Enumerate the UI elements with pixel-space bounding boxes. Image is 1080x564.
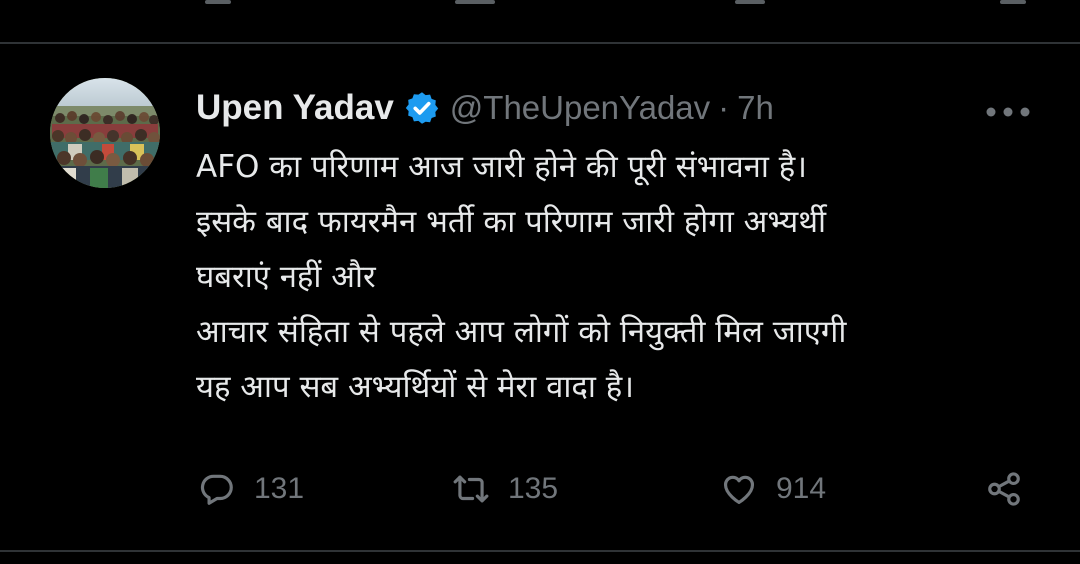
tweet-text-line: यह आप सब अभ्यर्थियों से मेरा वादा है। <box>196 369 634 405</box>
reply-icon <box>200 474 233 505</box>
retweet-icon <box>453 475 489 503</box>
tweet[interactable]: Upen Yadav @TheUpenYadav · 7h AFO का परि… <box>0 44 1080 550</box>
tweet-text-line: इसके बाद फायरमैन भर्ती का परिणाम जारी हो… <box>196 204 827 240</box>
previous-reply-icon-edge <box>205 0 231 4</box>
reply-count: 131 <box>254 472 305 505</box>
tweet-text-line: AFO का परिणाम आज जारी होने की पूरी संभाव… <box>196 149 807 185</box>
tweet-timestamp[interactable]: 7h <box>737 89 774 127</box>
retweet-count: 135 <box>508 472 559 505</box>
avatar[interactable] <box>50 78 160 188</box>
share-icon <box>988 472 1020 506</box>
author-handle[interactable]: @TheUpenYadav <box>450 89 710 127</box>
more-horizontal-icon[interactable] <box>985 106 1031 118</box>
author-display-name[interactable]: Upen Yadav <box>196 88 394 128</box>
like-button[interactable]: 914 <box>720 464 826 514</box>
tweet-header: Upen Yadav @TheUpenYadav · 7h <box>196 82 774 134</box>
tweet-text-line: घबराएं नहीं और <box>196 259 376 295</box>
heart-icon <box>723 475 755 505</box>
avatar-crowd-photo <box>50 78 160 188</box>
previous-retweet-icon-edge <box>455 0 495 4</box>
bottom-divider <box>0 550 1080 552</box>
previous-tweet-action-bar-edge <box>0 0 1080 14</box>
verified-badge-icon[interactable] <box>404 90 440 126</box>
tweet-action-bar: 131 135 914 <box>0 464 1080 514</box>
reply-button[interactable]: 131 <box>198 464 304 514</box>
tweet-text: AFO का परिणाम आज जारी होने की पूरी संभाव… <box>196 140 1056 415</box>
retweet-button[interactable]: 135 <box>452 464 558 514</box>
share-button[interactable] <box>985 464 1023 514</box>
tweet-text-line: आचार संहिता से पहले आप लोगों को नियुक्ती… <box>196 314 847 350</box>
previous-share-icon-edge <box>1000 0 1026 4</box>
previous-like-icon-edge <box>735 0 765 4</box>
separator-dot: · <box>718 89 730 126</box>
like-count: 914 <box>776 472 827 505</box>
